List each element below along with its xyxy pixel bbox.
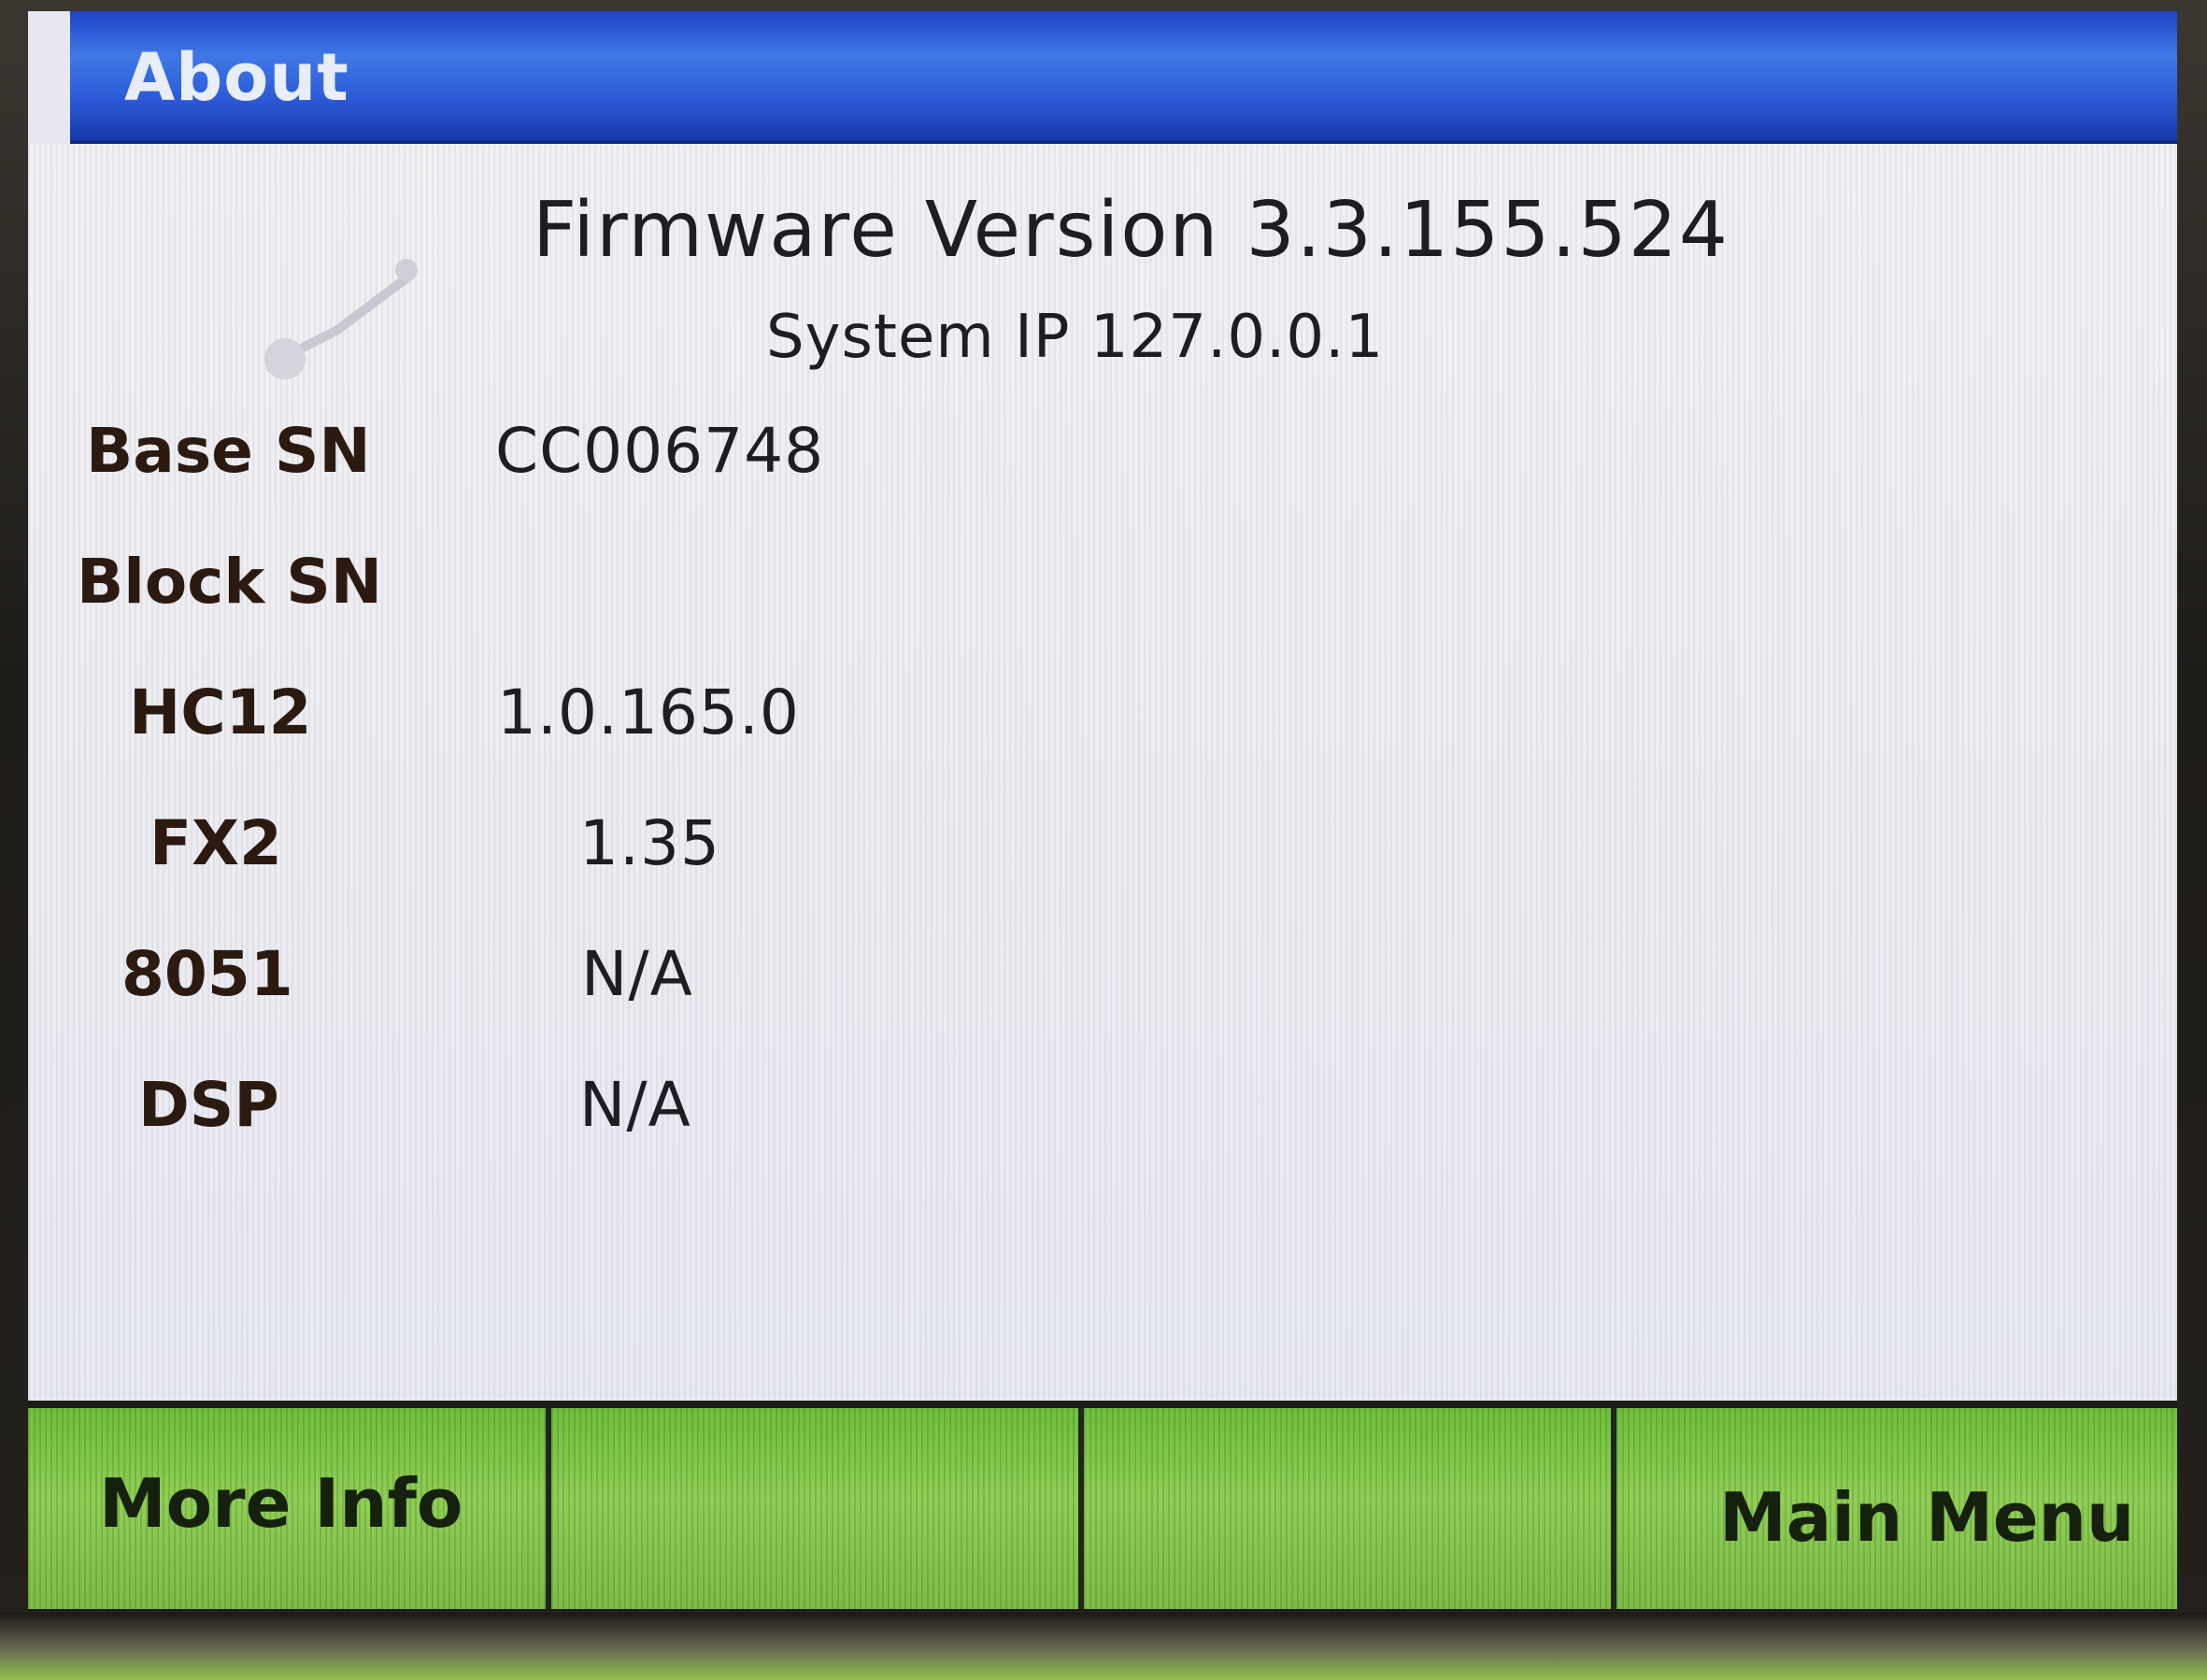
window-title: About (124, 39, 349, 116)
8051-value: N/A (581, 938, 693, 1010)
more-info-button[interactable]: More Info (28, 1408, 551, 1609)
softkey-3-button[interactable] (1084, 1408, 1616, 1609)
smudge-mark-icon (264, 259, 418, 379)
base-sn-label: Base SN (86, 415, 371, 487)
fx2-label: FX2 (150, 807, 282, 879)
touch-screen: About Firmware Version 3.3.155.524 Syste… (28, 11, 2177, 1611)
dsp-value: N/A (579, 1069, 691, 1141)
about-content: Firmware Version 3.3.155.524 System IP 1… (28, 144, 2177, 1401)
device-bezel-bottom (0, 1613, 2207, 1680)
base-sn-value: CC006748 (495, 415, 825, 487)
softkey-2-button[interactable] (551, 1408, 1084, 1609)
more-info-label: More Info (99, 1464, 463, 1543)
fx2-value: 1.35 (579, 807, 720, 879)
8051-label: 8051 (121, 938, 293, 1010)
title-bar: About (70, 11, 2177, 144)
main-menu-button[interactable]: Main Menu (1616, 1408, 2177, 1609)
main-menu-label: Main Menu (1719, 1478, 2135, 1557)
block-sn-label: Block SN (77, 546, 383, 618)
softkey-bar: More Info Main Menu (28, 1401, 2177, 1611)
firmware-version: Firmware Version 3.3.155.524 (533, 186, 1730, 275)
hc12-label: HC12 (129, 676, 312, 748)
hc12-value: 1.0.165.0 (497, 676, 800, 748)
system-ip: System IP 127.0.0.1 (766, 303, 1385, 372)
dsp-label: DSP (138, 1069, 279, 1141)
